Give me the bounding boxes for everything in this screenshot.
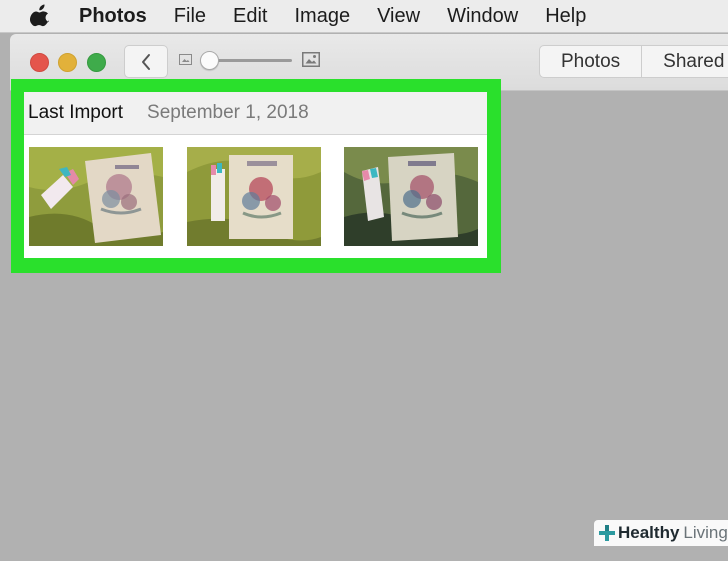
watermark: Healthy Living — [594, 520, 728, 546]
watermark-brand-primary: Healthy — [618, 523, 680, 542]
large-thumbnail-icon[interactable] — [302, 52, 320, 67]
zoom-slider-handle[interactable] — [200, 51, 219, 70]
photo-image — [344, 147, 478, 246]
watermark-brand-secondary: Living — [683, 523, 728, 542]
menu-image[interactable]: Image — [294, 5, 350, 28]
photo-image — [29, 147, 163, 246]
plus-cross-icon — [599, 525, 615, 541]
tab-photos[interactable]: Photos — [540, 46, 641, 77]
menu-window[interactable]: Window — [447, 5, 518, 28]
section-date: September 1, 2018 — [147, 102, 309, 123]
small-thumbnail-icon[interactable] — [179, 54, 192, 65]
photo-thumbnail[interactable] — [29, 147, 163, 246]
zoom-window-button[interactable] — [87, 53, 106, 72]
menu-app-photos[interactable]: Photos — [79, 5, 147, 28]
minimize-window-button[interactable] — [58, 53, 77, 72]
menu-edit[interactable]: Edit — [233, 5, 267, 28]
menu-help[interactable]: Help — [545, 5, 586, 28]
back-button[interactable] — [124, 45, 168, 78]
last-import-panel: Last Import September 1, 2018 — [24, 92, 487, 258]
photo-thumbnail[interactable] — [344, 147, 478, 246]
chevron-left-icon — [142, 53, 150, 70]
menu-file[interactable]: File — [174, 5, 206, 28]
close-window-button[interactable] — [30, 53, 49, 72]
photo-thumbnail[interactable] — [187, 147, 321, 246]
view-segmented-control: Photos Shared — [539, 45, 728, 78]
section-title[interactable]: Last Import — [28, 102, 123, 124]
last-import-header: Last Import September 1, 2018 — [24, 92, 487, 135]
apple-logo-icon[interactable] — [29, 4, 51, 28]
menu-bar: Photos File Edit Image View Window Help — [0, 0, 728, 33]
photo-image — [187, 147, 321, 246]
menu-view[interactable]: View — [377, 5, 420, 28]
tab-shared[interactable]: Shared — [641, 46, 728, 77]
